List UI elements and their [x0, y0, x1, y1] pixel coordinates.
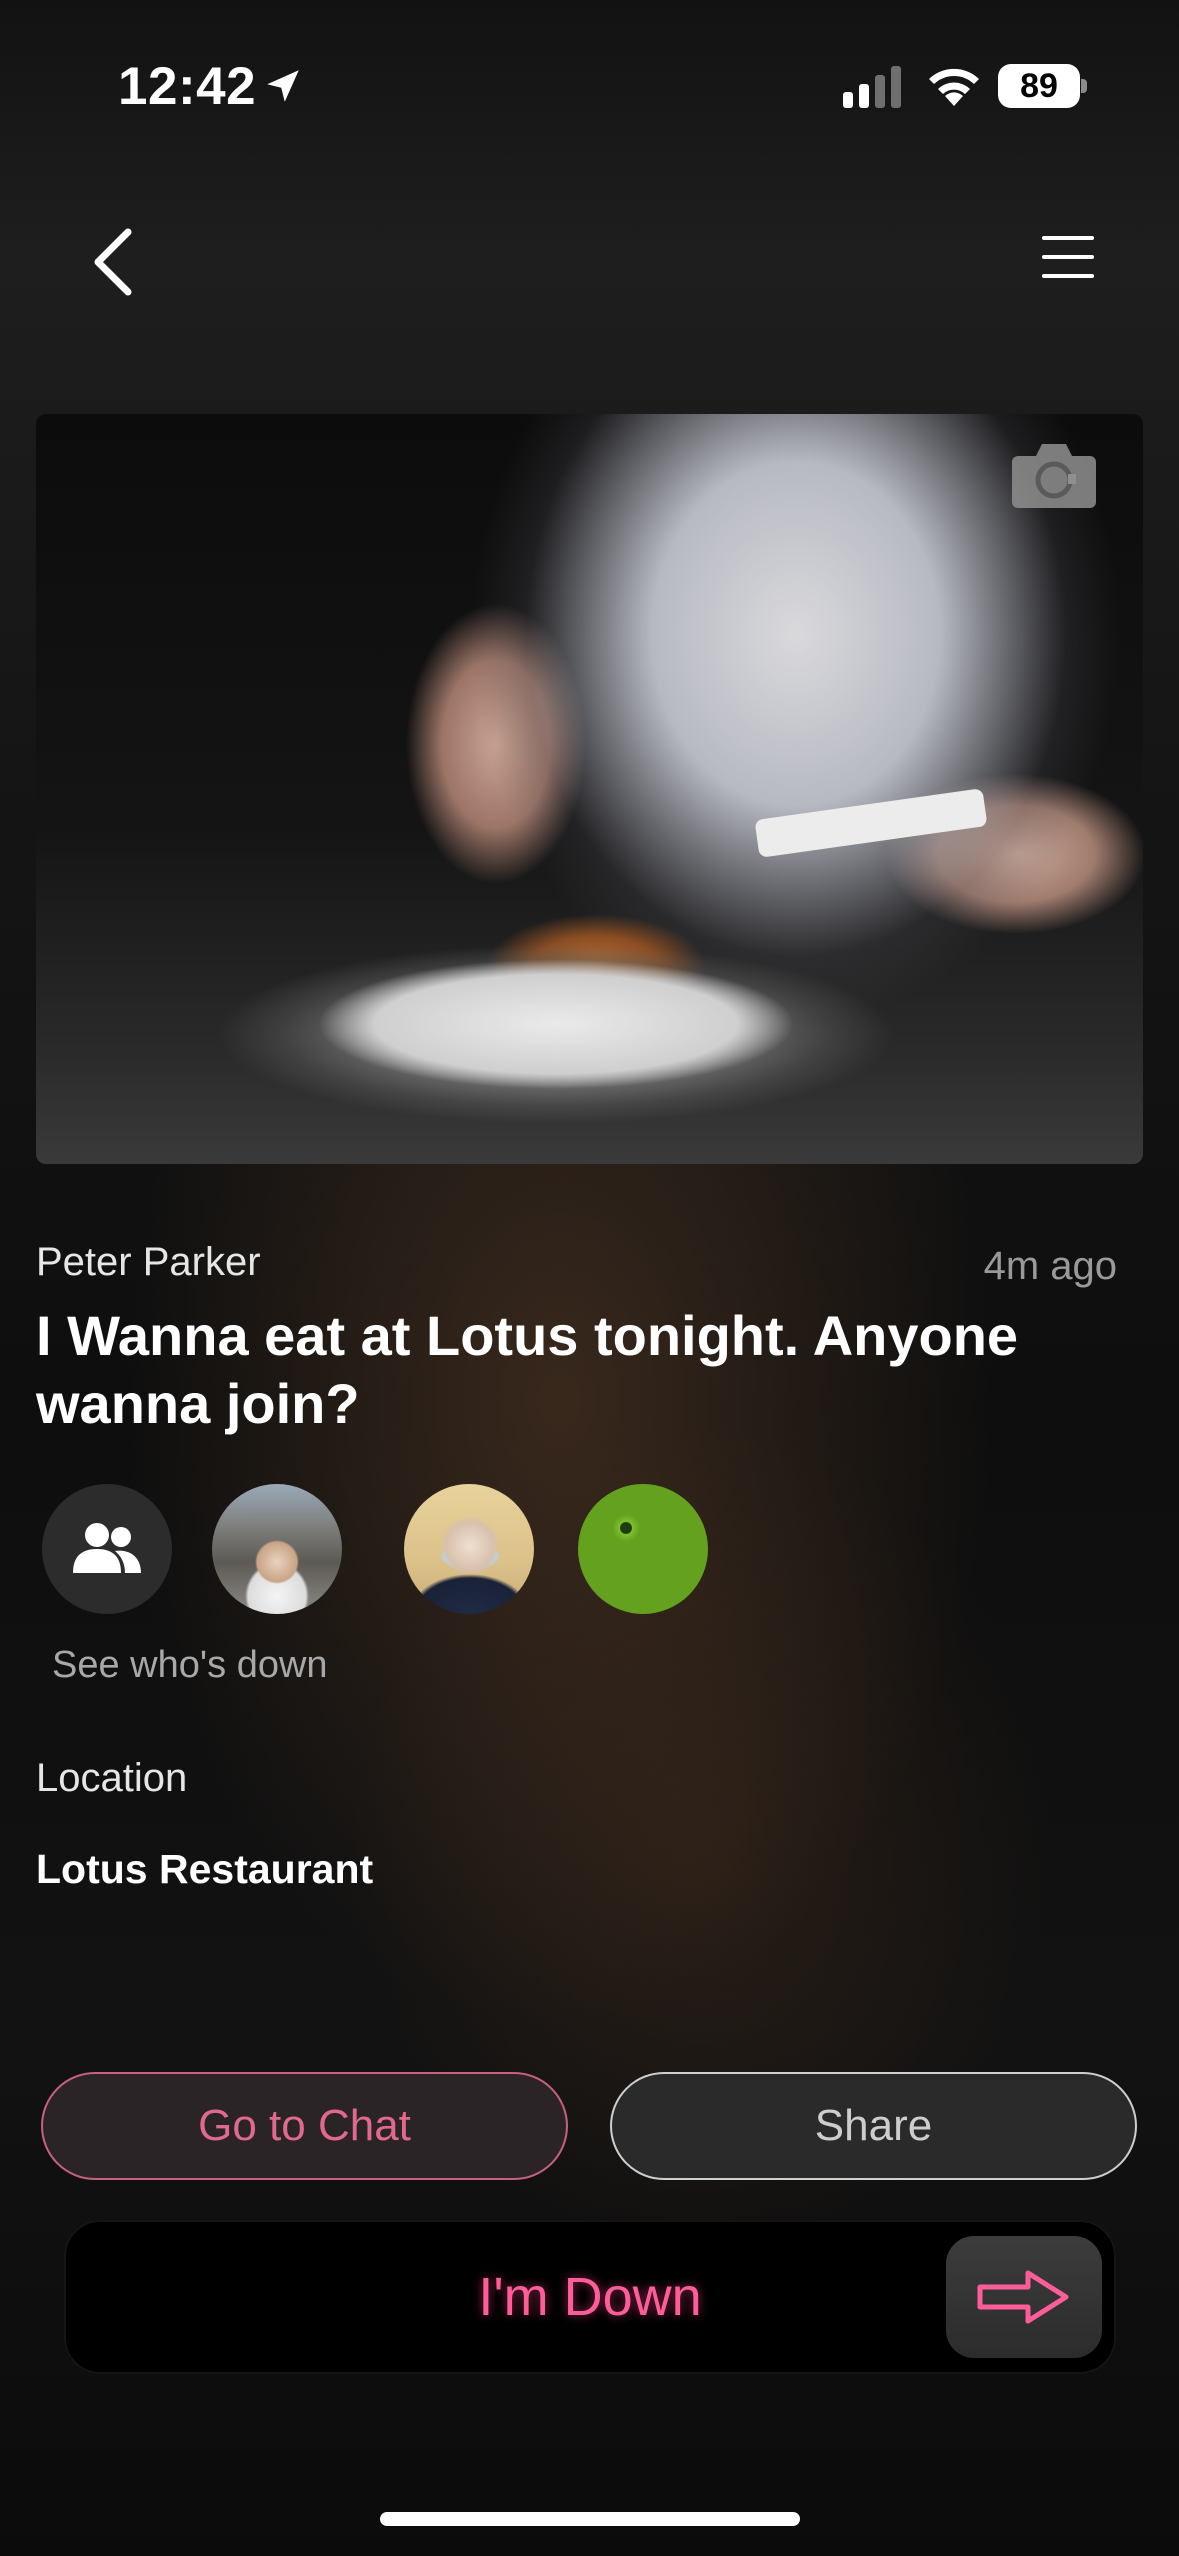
location-arrow-icon [267, 70, 299, 102]
post-image[interactable] [36, 414, 1143, 1164]
battery-level: 89 [1020, 67, 1058, 105]
see-attendees-button[interactable] [42, 1484, 172, 1614]
arrow-right-icon [977, 2270, 1069, 2324]
author-name[interactable]: Peter Parker [36, 1240, 261, 1285]
go-to-chat-button[interactable]: Go to Chat [41, 2072, 568, 2180]
location-value[interactable]: Lotus Restaurant [36, 1846, 373, 1893]
post-title: I Wanna eat at Lotus tonight. Anyone wan… [36, 1304, 1019, 1435]
battery-tip [1081, 79, 1087, 93]
chevron-left-icon[interactable] [80, 222, 150, 302]
slider-handle[interactable] [946, 2236, 1102, 2358]
wifi-icon [929, 68, 979, 106]
share-label: Share [814, 2101, 933, 2150]
battery-icon: 89 [998, 64, 1080, 108]
cellular-signal-icon [843, 66, 901, 108]
post-timestamp: 4m ago [983, 1244, 1117, 1288]
avatar[interactable] [212, 1484, 342, 1614]
status-time: 12:42 [118, 57, 257, 116]
attendee-list [42, 1484, 762, 1614]
hamburger-menu-icon[interactable] [1040, 232, 1096, 282]
avatar[interactable] [578, 1484, 708, 1614]
plate-shape [754, 788, 988, 858]
im-down-slider[interactable]: I'm Down [66, 2222, 1114, 2372]
location-label: Location [36, 1756, 188, 1800]
see-whos-down-label[interactable]: See who's down [52, 1644, 328, 1687]
people-group-icon [73, 1523, 141, 1573]
share-button[interactable]: Share [610, 2072, 1137, 2180]
avatar[interactable] [404, 1484, 534, 1614]
go-to-chat-label: Go to Chat [198, 2101, 411, 2150]
camera-icon[interactable] [1010, 440, 1098, 510]
home-indicator[interactable] [380, 2512, 800, 2526]
